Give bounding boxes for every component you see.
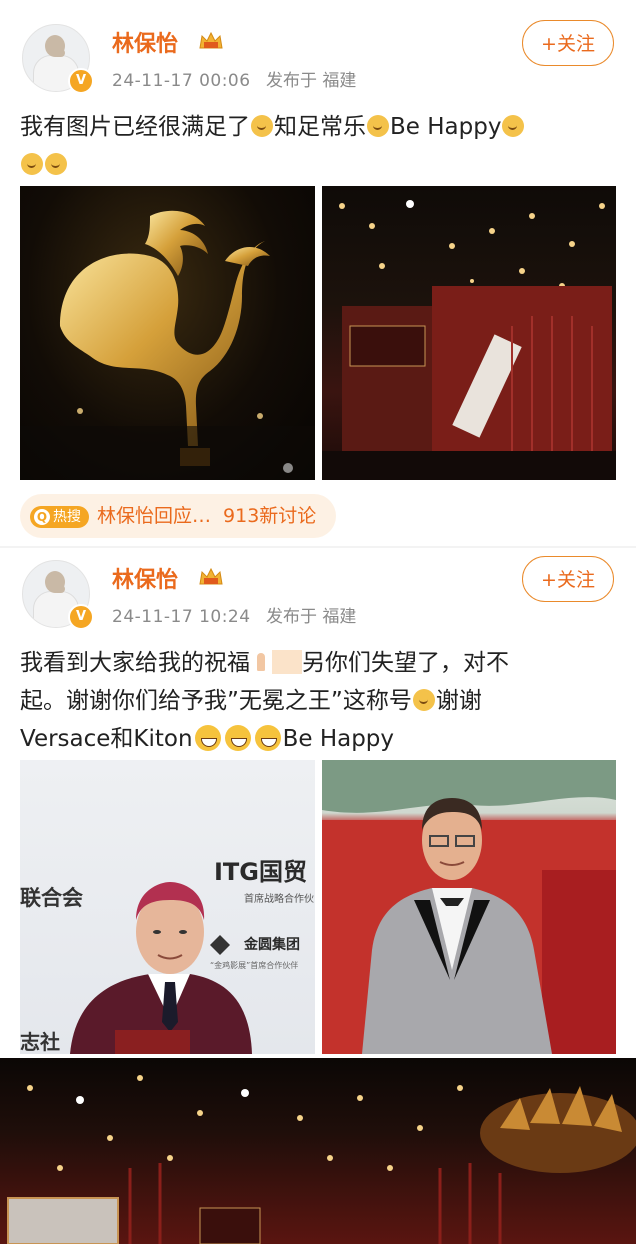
grin-emoji-icon — [194, 725, 221, 751]
text-segment: 起。谢谢你们给予我”无冕之王”这称号 — [20, 688, 412, 714]
post-text: 我有图片已经很满足了 知足常乐 Be Happy — [20, 108, 620, 184]
emoji-icon — [251, 115, 273, 137]
grin-emoji-icon — [254, 725, 281, 751]
post-image-red-carpet[interactable] — [322, 760, 616, 1054]
vip-crown-icon — [199, 567, 223, 585]
verified-badge-icon: V — [68, 604, 94, 630]
man-in-suit-graphic — [322, 760, 616, 1054]
text-segment: Be Happy — [282, 726, 395, 752]
text-segment: Versace和Kiton — [20, 726, 193, 752]
text-segment: 知足常乐 — [274, 114, 366, 140]
hot-search-pill[interactable]: Q 热搜 林保怡回应… 913新讨论 — [20, 494, 337, 538]
rooster-trophy-graphic — [20, 210, 315, 480]
grin-emoji-icon — [224, 725, 251, 751]
hot-topic: 林保怡回应… — [97, 505, 212, 527]
praying-hands-icon — [250, 651, 272, 673]
timestamp: 24-11-17 10:24 — [112, 607, 251, 627]
post-image-award-hall[interactable] — [322, 186, 616, 480]
emoji-icon — [21, 153, 43, 175]
username[interactable]: 林保怡 — [112, 26, 178, 58]
post-meta: 24-11-17 10:24 发布于 福建 — [112, 602, 356, 627]
location: 发布于 福建 — [265, 607, 357, 627]
emoji-icon — [502, 115, 525, 137]
text-segment: 我看到大家给我的祝福 — [20, 650, 250, 676]
post-image-golden-rooster[interactable] — [20, 186, 315, 480]
text-segment: 另你们失望了，对不 — [302, 650, 509, 676]
emoji-icon — [367, 115, 389, 137]
hot-tag-label: 热搜 — [53, 509, 81, 525]
post-meta: 24-11-17 00:06 发布于 福建 — [112, 66, 356, 91]
post-text: 我看到大家给我的祝福 另你们失望了，对不 起。谢谢你们给予我”无冕之王”这称号 谢谢… — [20, 644, 620, 758]
search-icon: Q — [34, 509, 50, 525]
follow-button[interactable]: +关注 — [522, 556, 614, 602]
man-portrait-graphic — [70, 882, 252, 1054]
post-image-sponsor-wall[interactable]: 联合会 ITG国贸 首席战略合作伙 金圆集团 “金鸡影展”首席合作伙伴 志社 — [20, 760, 315, 1054]
hot-count: 913新讨论 — [223, 505, 317, 527]
emoji-icon — [412, 689, 435, 711]
verified-badge-icon: V — [68, 68, 94, 94]
text-segment: Be Happy — [390, 114, 502, 140]
hot-search-tag: Q 热搜 — [30, 506, 89, 528]
skin-tone-icon — [272, 650, 302, 674]
post-image-theater-wide[interactable] — [0, 1058, 636, 1244]
username[interactable]: 林保怡 — [112, 562, 178, 594]
emoji-icon — [45, 153, 67, 175]
vip-crown-icon — [199, 31, 223, 49]
theater-graphic — [7, 1075, 636, 1244]
award-hall-graphic — [322, 200, 616, 480]
location: 发布于 福建 — [265, 71, 357, 91]
timestamp: 24-11-17 00:06 — [112, 71, 251, 91]
text-segment: 我有图片已经很满足了 — [20, 114, 250, 140]
follow-button[interactable]: +关注 — [522, 20, 614, 66]
text-segment: 谢谢 — [435, 688, 482, 714]
post-divider — [0, 546, 636, 548]
